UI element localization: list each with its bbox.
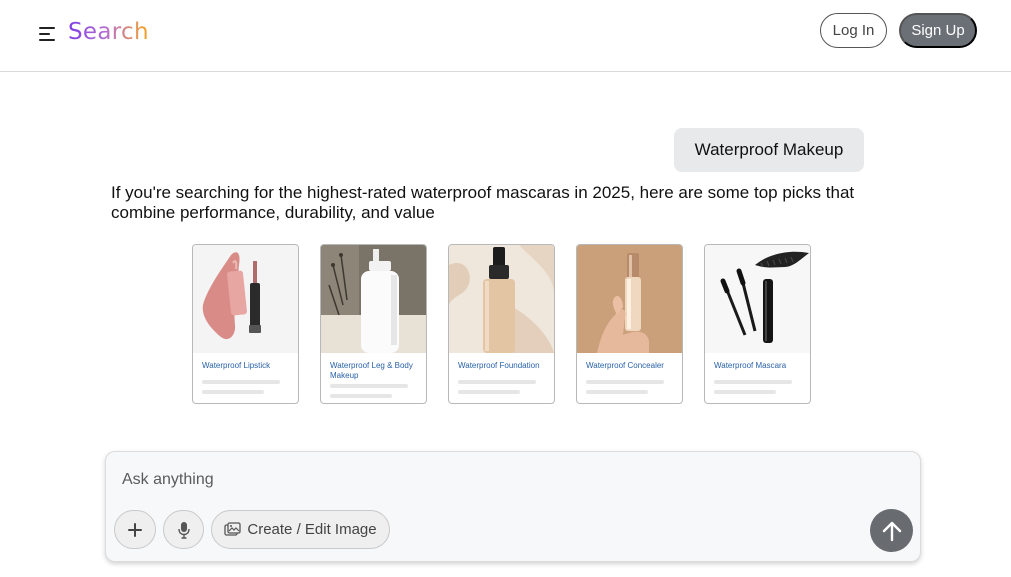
ask-input[interactable] bbox=[122, 468, 882, 492]
text-placeholder-line bbox=[202, 390, 264, 394]
text-placeholder-line bbox=[714, 380, 792, 384]
login-button[interactable]: Log In bbox=[820, 13, 887, 48]
chat-composer: Create / Edit Image bbox=[105, 451, 921, 562]
text-placeholder-line bbox=[714, 390, 776, 394]
top-header: Search Log In Sign Up bbox=[0, 0, 1011, 72]
lipstick-image bbox=[193, 245, 298, 353]
text-placeholder-line bbox=[586, 390, 648, 394]
create-edit-image-label: Create / Edit Image bbox=[247, 521, 377, 538]
product-card-concealer[interactable]: Waterproof Concealer bbox=[576, 244, 683, 404]
text-placeholder-line bbox=[330, 394, 392, 398]
text-placeholder-line bbox=[458, 380, 536, 384]
voice-input-button[interactable] bbox=[163, 510, 204, 549]
mascara-wands-image bbox=[705, 245, 810, 353]
product-card-mascara[interactable]: Waterproof Mascara bbox=[704, 244, 811, 404]
product-card-foundation[interactable]: Waterproof Foundation bbox=[448, 244, 555, 404]
user-message-bubble: Waterproof Makeup bbox=[674, 128, 864, 172]
product-card-lipstick[interactable]: Waterproof Lipstick bbox=[192, 244, 299, 404]
product-title[interactable]: Waterproof Foundation bbox=[458, 361, 550, 371]
body-lotion-bottle-image bbox=[321, 245, 426, 353]
create-edit-image-button[interactable]: Create / Edit Image bbox=[211, 510, 390, 549]
product-title[interactable]: Waterproof Lipstick bbox=[202, 361, 294, 371]
logo[interactable]: Search bbox=[68, 19, 149, 45]
user-message-text: Waterproof Makeup bbox=[694, 140, 844, 159]
product-title[interactable]: Waterproof Mascara bbox=[714, 361, 806, 371]
product-title[interactable]: Waterproof Leg & Body Makeup bbox=[330, 361, 422, 381]
microphone-icon bbox=[177, 521, 190, 539]
plus-icon bbox=[128, 522, 142, 537]
send-button[interactable] bbox=[870, 509, 913, 552]
foundation-bottle-image bbox=[449, 245, 554, 353]
arrow-up-icon bbox=[882, 521, 901, 541]
concealer-in-hand-image bbox=[577, 245, 682, 353]
product-title[interactable]: Waterproof Concealer bbox=[586, 361, 678, 371]
assistant-answer-text: If you're searching for the highest-rate… bbox=[111, 183, 855, 222]
image-edit-icon bbox=[224, 522, 242, 536]
hamburger-menu-icon[interactable] bbox=[39, 27, 55, 41]
text-placeholder-line bbox=[202, 380, 280, 384]
add-attachment-button[interactable] bbox=[114, 510, 156, 549]
text-placeholder-line bbox=[458, 390, 520, 394]
text-placeholder-line bbox=[586, 380, 664, 384]
text-placeholder-line bbox=[330, 384, 408, 388]
signup-button[interactable]: Sign Up bbox=[899, 13, 977, 48]
product-card-body-makeup[interactable]: Waterproof Leg & Body Makeup bbox=[320, 244, 427, 404]
